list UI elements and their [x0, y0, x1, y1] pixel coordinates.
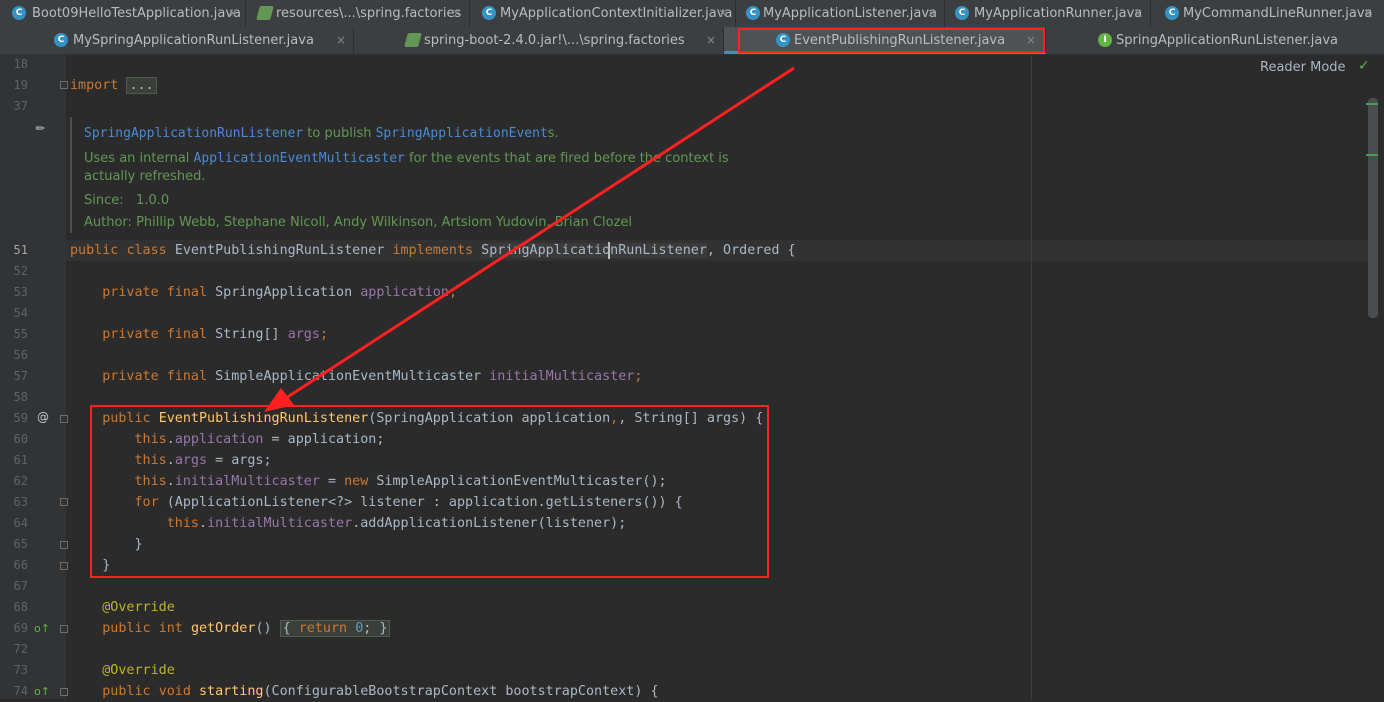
- red-annotation-arrow: [264, 66, 795, 412]
- arrow-shaft: [285, 66, 795, 400]
- arrow-head-icon: [264, 388, 294, 412]
